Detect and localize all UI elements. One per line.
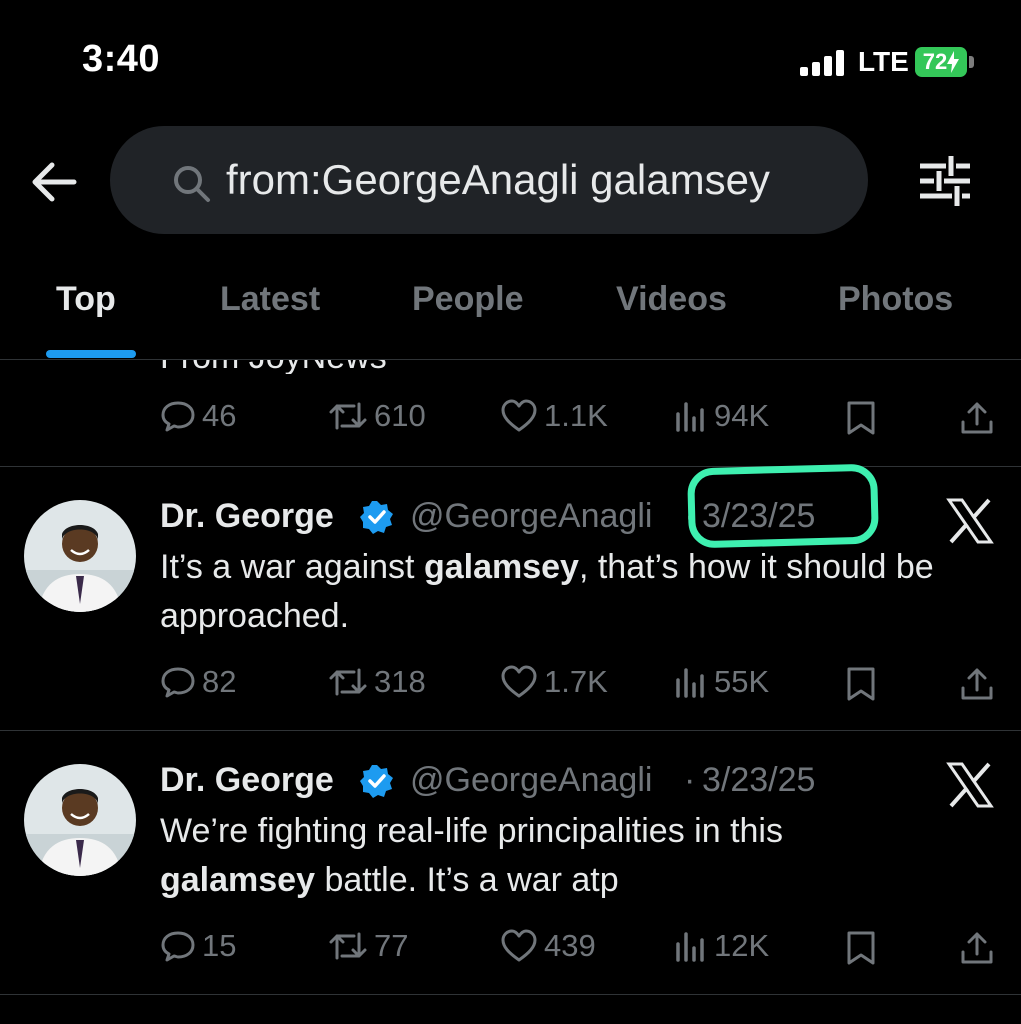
reply-count: 15 — [202, 928, 237, 963]
reply-count: 46 — [202, 398, 237, 433]
like-count: 1.1K — [544, 398, 608, 433]
avatar[interactable] — [24, 764, 136, 876]
signal-strength-icon — [800, 50, 846, 76]
tab-photos[interactable]: Photos — [838, 280, 953, 319]
reply-icon — [161, 401, 195, 432]
heart-icon — [501, 665, 537, 698]
x-logo-icon — [946, 762, 994, 808]
analytics-icon — [676, 932, 704, 962]
view-count: 94K — [714, 398, 770, 433]
heart-icon — [501, 929, 537, 962]
author-name[interactable]: Dr. George — [160, 497, 334, 536]
avatar-image — [24, 500, 136, 612]
previous-tweet-text: From JoyNews — [160, 360, 387, 374]
repost-icon — [329, 668, 367, 696]
repost-button[interactable]: 77 — [328, 928, 408, 964]
share-icon[interactable] — [960, 400, 994, 436]
charging-bolt-icon — [947, 51, 960, 73]
view-count: 55K — [714, 664, 770, 699]
verified-badge-icon — [360, 765, 393, 798]
date-separator: · — [684, 761, 696, 799]
x-logo-icon — [946, 498, 994, 544]
battery-indicator: 72 — [915, 47, 967, 77]
like-count: 1.7K — [544, 664, 608, 699]
views-button[interactable]: 55K — [674, 664, 769, 700]
analytics-icon — [676, 402, 704, 432]
reply-icon — [161, 931, 195, 962]
reply-button[interactable]: 46 — [160, 398, 236, 434]
search-query[interactable]: from:GeorgeAnagli galamsey — [226, 156, 770, 204]
repost-icon — [329, 932, 367, 960]
reply-button[interactable]: 15 — [160, 928, 236, 964]
tab-videos[interactable]: Videos — [616, 280, 727, 319]
status-time: 3:40 — [82, 38, 161, 80]
views-button[interactable]: 12K — [674, 928, 769, 964]
tweet-text-part: We’re fighting real-life principalities … — [160, 812, 783, 850]
avatar-image — [24, 764, 136, 876]
previous-tweet-clipped: From JoyNews — [0, 360, 1021, 374]
bookmark-icon[interactable] — [846, 666, 876, 702]
tweet-text[interactable]: It’s a war against galamsey, that’s how … — [160, 543, 940, 641]
bookmark-icon[interactable] — [846, 930, 876, 966]
share-icon[interactable] — [960, 666, 994, 702]
like-button[interactable]: 439 — [500, 928, 596, 964]
avatar[interactable] — [24, 500, 136, 612]
tweet-divider — [0, 466, 1021, 467]
tweet-text[interactable]: We’re fighting real-life principalities … — [160, 807, 940, 905]
share-icon[interactable] — [960, 930, 994, 966]
tweet-text-part: battle. It’s a war atp — [315, 861, 619, 899]
tab-top[interactable]: Top — [56, 280, 116, 319]
views-button[interactable]: 94K — [674, 398, 769, 434]
repost-count: 77 — [374, 928, 409, 963]
repost-button[interactable]: 318 — [328, 664, 426, 700]
heart-icon — [501, 399, 537, 432]
reply-icon — [161, 667, 195, 698]
like-button[interactable]: 1.7K — [500, 664, 608, 700]
active-tab-indicator — [46, 350, 136, 358]
tab-latest[interactable]: Latest — [220, 280, 320, 319]
repost-count: 318 — [374, 664, 426, 699]
reply-count: 82 — [202, 664, 237, 699]
battery-cap — [969, 56, 974, 68]
date-highlight-annotation — [686, 463, 880, 549]
verified-badge-icon — [360, 501, 393, 534]
reply-button[interactable]: 82 — [160, 664, 236, 700]
network-type: LTE — [858, 46, 909, 77]
tweet-date[interactable]: 3/23/25 — [702, 761, 815, 800]
repost-button[interactable]: 610 — [328, 398, 426, 434]
author-name[interactable]: Dr. George — [160, 761, 334, 800]
repost-count: 610 — [374, 398, 426, 433]
analytics-icon — [676, 668, 704, 698]
battery-level: 72 — [922, 49, 948, 74]
like-button[interactable]: 1.1K — [500, 398, 608, 434]
tweet-text-part: It’s a war against — [160, 548, 424, 586]
tweet-divider — [0, 730, 1021, 731]
author-handle[interactable]: @GeorgeAnagli — [410, 761, 652, 800]
view-count: 12K — [714, 928, 770, 963]
like-count: 439 — [544, 928, 596, 963]
sliders-icon[interactable] — [916, 154, 974, 208]
search-icon — [174, 166, 210, 202]
arrow-left-icon[interactable] — [28, 156, 80, 208]
search-term-highlight: galamsey — [160, 861, 315, 899]
search-term-highlight: galamsey — [423, 548, 579, 586]
repost-icon — [329, 402, 367, 430]
tweet-divider — [0, 994, 1021, 995]
author-handle[interactable]: @GeorgeAnagli — [410, 497, 652, 536]
tab-people[interactable]: People — [412, 280, 523, 319]
bookmark-icon[interactable] — [846, 400, 876, 436]
